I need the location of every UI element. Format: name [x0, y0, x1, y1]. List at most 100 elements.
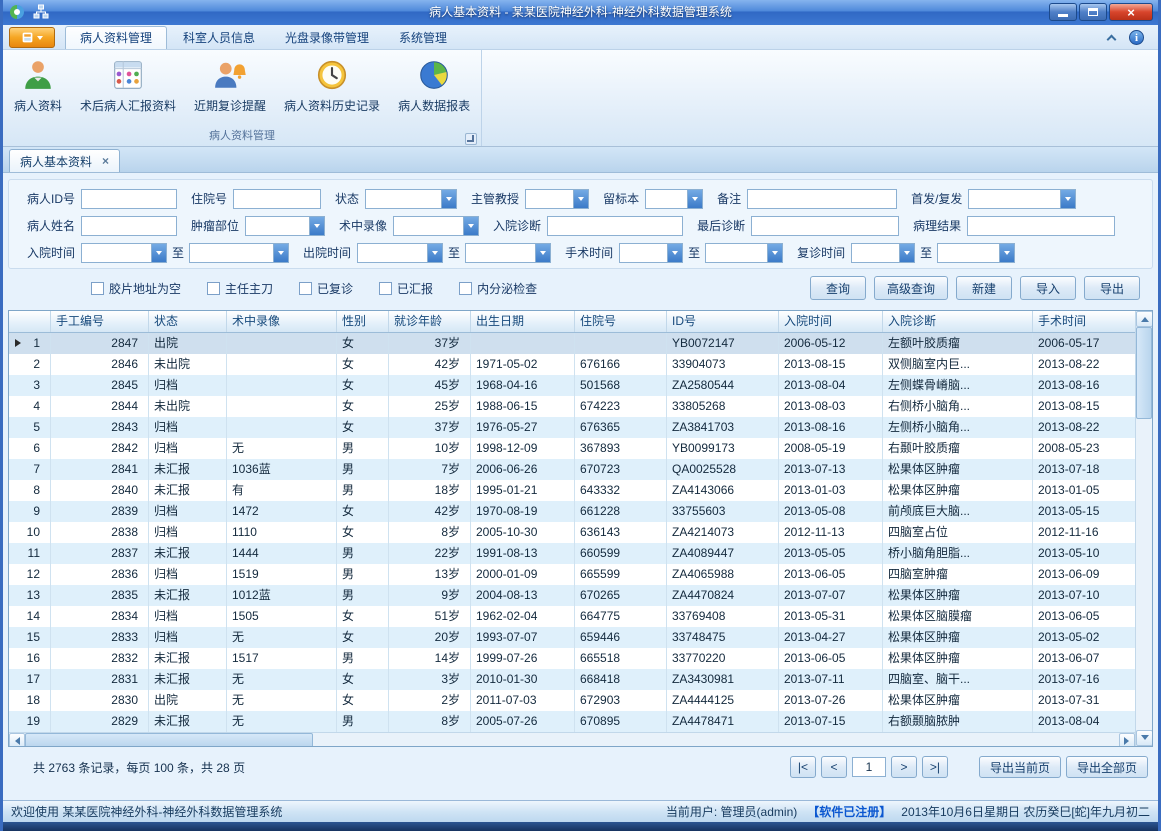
query-button[interactable]: 查询 [810, 276, 866, 300]
scroll-right-icon[interactable] [1119, 733, 1135, 746]
col-header-manual-number[interactable]: 手工编号 [51, 311, 149, 332]
reported-checkbox[interactable]: 已汇报 [379, 280, 433, 297]
filter-field-r2-c6[interactable] [967, 216, 1115, 236]
table-row[interactable]: 52843归档女37岁1976-05-27676365ZA38417032013… [9, 417, 1135, 438]
table-row[interactable]: 82840未汇报有男18岁1995-01-21643332ZA414306620… [9, 480, 1135, 501]
table-row[interactable]: 72841未汇报1036蓝男7岁2006-06-26670723QA002552… [9, 459, 1135, 480]
filter-field-r3-c4-to[interactable] [937, 243, 1015, 263]
export-button[interactable]: 导出 [1084, 276, 1140, 300]
combo-dropdown-icon[interactable] [151, 244, 166, 262]
combo-dropdown-icon[interactable] [767, 244, 782, 262]
combo-dropdown-icon[interactable] [573, 190, 588, 208]
table-row[interactable]: 192829未汇报无男8岁2005-07-26670895ZA447847120… [9, 711, 1135, 732]
filter-field-r3-c4-from[interactable] [851, 243, 915, 263]
filter-field-r2-c1[interactable] [81, 216, 177, 236]
table-row[interactable]: 12847出院女37岁YB00721472006-05-12左额叶胶质瘤2006… [9, 333, 1135, 354]
data-report-button[interactable]: 病人数据报表 [389, 54, 479, 114]
tab-close-icon[interactable]: × [102, 154, 109, 168]
table-row[interactable]: 142834归档1505女51岁1962-02-0466477533769408… [9, 606, 1135, 627]
filter-field-r1-c2[interactable] [233, 189, 321, 209]
postop-report-button[interactable]: 术后病人汇报资料 [71, 54, 185, 114]
combo-dropdown-icon[interactable] [309, 217, 324, 235]
horizontal-scrollbar[interactable] [9, 732, 1135, 746]
combo-dropdown-icon[interactable] [273, 244, 288, 262]
export-current-page-button[interactable]: 导出当前页 [979, 756, 1061, 778]
filter-field-r3-c1-from[interactable] [81, 243, 167, 263]
last-page-button[interactable]: >| [922, 756, 948, 778]
combo-dropdown-icon[interactable] [427, 244, 442, 262]
advanced-query-button[interactable]: 高级查询 [874, 276, 948, 300]
table-row[interactable]: 92839归档1472女42岁1970-08-19661228337556032… [9, 501, 1135, 522]
col-header-age-at-visit[interactable]: 就诊年龄 [389, 311, 471, 332]
table-row[interactable]: 152833归档无女20岁1993-07-0765944633748475201… [9, 627, 1135, 648]
create-button[interactable]: 新建 [956, 276, 1012, 300]
tab-disc-video-management[interactable]: 光盘录像带管理 [271, 27, 383, 49]
col-header-admission-number[interactable]: 住院号 [575, 311, 667, 332]
page-number-input[interactable] [852, 757, 886, 777]
filter-field-r3-c2-from[interactable] [357, 243, 443, 263]
table-row[interactable]: 62842归档无男10岁1998-12-09367893YB0099173200… [9, 438, 1135, 459]
tab-system-management[interactable]: 系统管理 [385, 27, 461, 49]
vertical-scrollbar[interactable] [1135, 311, 1152, 746]
combo-dropdown-icon[interactable] [687, 190, 702, 208]
horizontal-scroll-thumb[interactable] [25, 733, 313, 746]
col-header-id-number[interactable]: ID号 [667, 311, 779, 332]
combo-dropdown-icon[interactable] [999, 244, 1014, 262]
table-row[interactable]: 172831未汇报无女3岁2010-01-30668418ZA343098120… [9, 669, 1135, 690]
combo-dropdown-icon[interactable] [667, 244, 682, 262]
col-header-birth-date[interactable]: 出生日期 [471, 311, 575, 332]
table-row[interactable]: 32845归档女45岁1968-04-16501568ZA25805442013… [9, 375, 1135, 396]
table-row[interactable]: 162832未汇报1517男14岁1999-07-266655183377022… [9, 648, 1135, 669]
col-header-admission-diagnosis[interactable]: 入院诊断 [883, 311, 1033, 332]
table-row[interactable]: 102838归档1110女8岁2005-10-30636143ZA4214073… [9, 522, 1135, 543]
minimize-button[interactable] [1049, 3, 1077, 21]
combo-dropdown-icon[interactable] [899, 244, 914, 262]
table-row[interactable]: 122836归档1519男13岁2000-01-09665599ZA406598… [9, 564, 1135, 585]
next-page-button[interactable]: > [891, 756, 917, 778]
filter-field-r3-c2-to[interactable] [465, 243, 551, 263]
filter-field-r1-c7[interactable] [968, 189, 1076, 209]
group-dialog-launcher-icon[interactable] [465, 133, 477, 145]
filter-field-r3-c3-from[interactable] [619, 243, 683, 263]
tab-patient-management[interactable]: 病人资料管理 [65, 26, 167, 49]
scroll-track[interactable] [313, 733, 1119, 746]
scroll-track[interactable] [1136, 419, 1152, 730]
scroll-left-icon[interactable] [9, 733, 25, 746]
maximize-button[interactable] [1079, 3, 1107, 21]
col-header-gender[interactable]: 性别 [337, 311, 389, 332]
filter-field-r3-c1-to[interactable] [189, 243, 289, 263]
table-row[interactable]: 182830出院无女2岁2011-07-03672903ZA4444125201… [9, 690, 1135, 711]
registered-badge[interactable]: 【软件已注册】 [807, 803, 891, 820]
col-header-intraop-video[interactable]: 术中录像 [227, 311, 337, 332]
table-row[interactable]: 132835未汇报1012蓝男9岁2004-08-13670265ZA44708… [9, 585, 1135, 606]
table-row[interactable]: 112837未汇报1444男22岁1991-08-13660599ZA40894… [9, 543, 1135, 564]
col-header-status[interactable]: 状态 [149, 311, 227, 332]
app-menu-button[interactable] [9, 27, 55, 48]
revisit-reminder-button[interactable]: 近期复诊提醒 [185, 54, 275, 114]
endocrine-exam-checkbox[interactable]: 内分泌检查 [459, 280, 537, 297]
first-page-button[interactable]: |< [790, 756, 816, 778]
patient-info-button[interactable]: 病人资料 [5, 54, 71, 114]
combo-dropdown-icon[interactable] [535, 244, 550, 262]
combo-dropdown-icon[interactable] [463, 217, 478, 235]
vertical-scroll-thumb[interactable] [1136, 327, 1152, 419]
titlebar[interactable]: 病人基本资料 - 某某医院神经外科-神经外科数据管理系统 × [3, 0, 1158, 25]
table-row[interactable]: 22846未出院女42岁1971-05-02676166339040732013… [9, 354, 1135, 375]
tab-department-staff[interactable]: 科室人员信息 [169, 27, 269, 49]
scroll-down-icon[interactable] [1136, 730, 1153, 746]
filter-field-r3-c3-to[interactable] [705, 243, 783, 263]
info-icon[interactable]: i [1129, 30, 1144, 45]
scroll-up-icon[interactable] [1136, 311, 1153, 327]
combo-dropdown-icon[interactable] [1060, 190, 1075, 208]
col-header-rownum[interactable] [9, 311, 51, 332]
filter-field-r1-c1[interactable] [81, 189, 177, 209]
table-row[interactable]: 42844未出院女25岁1988-06-15674223338052682013… [9, 396, 1135, 417]
history-record-button[interactable]: 病人资料历史记录 [275, 54, 389, 114]
filter-field-r2-c2[interactable] [245, 216, 325, 236]
filter-field-r1-c4[interactable] [525, 189, 589, 209]
col-header-surgery-date[interactable]: 手术时间 [1033, 311, 1135, 332]
filter-field-r1-c5[interactable] [645, 189, 703, 209]
filter-field-r1-c3[interactable] [365, 189, 457, 209]
filter-field-r2-c4[interactable] [547, 216, 683, 236]
app-logo-icon[interactable] [9, 4, 25, 20]
